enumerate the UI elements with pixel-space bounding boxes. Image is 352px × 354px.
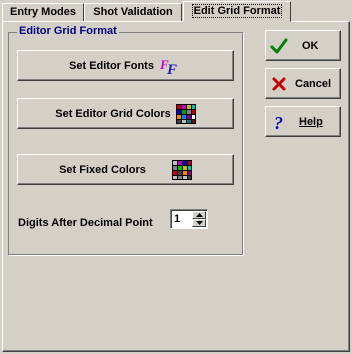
help-label: Help [299,115,323,128]
svg-text:?: ? [274,113,283,131]
ok-label: OK [302,39,319,52]
tab-shot-validation-label: Shot Validation [93,6,173,18]
spinner-up-button[interactable] [192,211,206,219]
digits-after-decimal-spinner[interactable]: 1 [170,209,208,229]
help-button[interactable]: ? Help [265,106,341,137]
tab-entry-modes[interactable]: Entry Modes [2,3,84,21]
color-grid-icon [175,103,196,124]
digits-after-decimal-label: Digits After Decimal Point [18,217,153,229]
question-icon: ? [274,113,283,131]
spinner-buttons [192,211,206,227]
digits-after-decimal-value[interactable]: 1 [174,213,180,226]
cancel-button[interactable]: Cancel [265,68,341,99]
set-editor-fonts-label: Set Editor Fonts [69,59,154,72]
check-icon [270,38,288,53]
set-editor-grid-colors-label: Set Editor Grid Colors [55,107,171,120]
arrow-up-icon [196,213,203,217]
set-editor-fonts-button[interactable]: Set Editor Fonts F F [17,50,234,81]
set-fixed-colors-button[interactable]: Set Fixed Colors [17,154,234,185]
set-fixed-colors-label: Set Fixed Colors [59,163,146,176]
ok-button[interactable]: OK [265,30,341,61]
cancel-label: Cancel [295,77,332,90]
x-icon [272,77,286,90]
arrow-down-icon [196,221,203,225]
group-title: Editor Grid Format [17,25,119,38]
tab-entry-modes-label: Entry Modes [9,6,76,18]
font-icon: F F [160,57,177,76]
tab-edit-grid-format-label: Edit Grid Format [191,4,283,18]
color-grid-icon [171,159,192,180]
svg-text:F: F [166,62,177,76]
set-editor-grid-colors-button[interactable]: Set Editor Grid Colors [17,98,234,129]
tab-edit-grid-format[interactable]: Edit Grid Format [183,1,291,22]
spinner-down-button[interactable] [192,219,206,227]
tab-strip: Entry Modes Shot Validation Edit Grid Fo… [0,0,352,22]
tab-shot-validation[interactable]: Shot Validation [84,3,182,21]
